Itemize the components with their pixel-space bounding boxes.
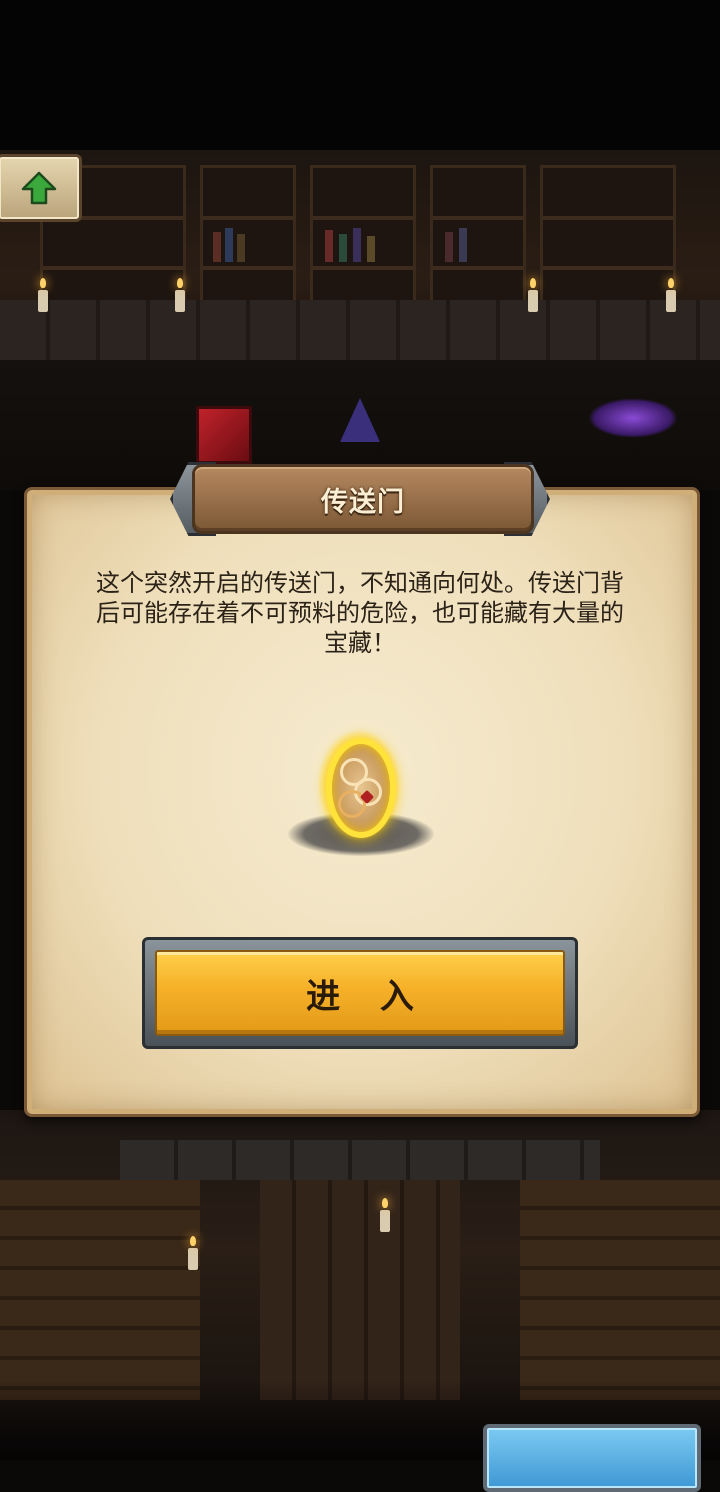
portal-icon (326, 738, 396, 838)
wooden-floor (260, 1180, 460, 1400)
bookshelf (310, 165, 416, 321)
title-banner: 传送门 (170, 458, 550, 536)
enter-button-face[interactable]: 进 入 (155, 950, 565, 1036)
candle (175, 278, 185, 312)
dialog-description: 这个突然开启的传送门，不知通向何处。传送门背后可能存在着不可预料的危险，也可能藏… (96, 569, 624, 657)
title-plank: 传送门 (192, 464, 534, 534)
purple-orb (588, 398, 678, 438)
candle (188, 1236, 198, 1270)
up-arrow-icon (21, 171, 57, 205)
up-button[interactable] (0, 154, 82, 222)
candle (380, 1198, 390, 1232)
candle (38, 278, 48, 312)
dialog-title: 传送门 (321, 486, 405, 518)
candle (528, 278, 538, 312)
top-darkness (0, 0, 720, 150)
wooden-stairs (520, 1180, 720, 1400)
enter-button-label: 进 入 (306, 976, 428, 1017)
blue-action-button[interactable] (483, 1424, 701, 1492)
crystal (340, 398, 380, 442)
wooden-stairs (0, 1180, 200, 1400)
candle (666, 278, 676, 312)
stone-floor (0, 300, 720, 360)
bookshelf (540, 165, 676, 321)
enter-button[interactable]: 进 入 (142, 937, 578, 1049)
bookshelf (430, 165, 526, 321)
stone-floor (120, 1140, 600, 1180)
red-gem (196, 406, 252, 464)
bookshelf (200, 165, 296, 321)
